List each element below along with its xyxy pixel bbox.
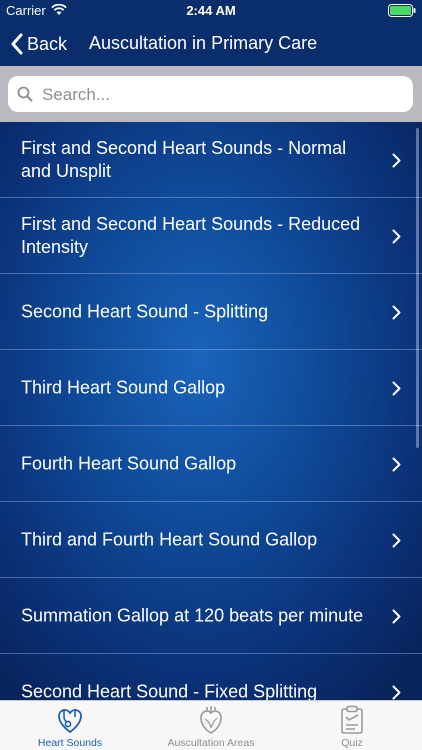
list-item-label: Third Heart Sound Gallop xyxy=(21,377,226,397)
battery-icon xyxy=(388,4,416,17)
app-screen: Carrier 2:44 AM Back Auscultation in Pri… xyxy=(0,0,422,750)
status-time: 2:44 AM xyxy=(186,3,236,18)
navigation-bar: Back Auscultation in Primary Care xyxy=(0,22,422,66)
chevron-right-icon xyxy=(392,305,401,320)
chevron-right-icon xyxy=(392,229,401,244)
tab-label: Quiz xyxy=(341,737,363,749)
list-item[interactable]: Second Heart Sound - Splitting xyxy=(0,274,422,350)
chevron-right-icon xyxy=(392,153,401,168)
back-button[interactable]: Back xyxy=(10,32,67,56)
tab-quiz[interactable]: Quiz xyxy=(282,701,422,750)
list-item-label: Fourth Heart Sound Gallop xyxy=(21,453,237,473)
status-bar: Carrier 2:44 AM xyxy=(0,0,422,22)
tab-label: Heart Sounds xyxy=(37,737,103,749)
list-item-label: Third and Fourth Heart Sound Gallop xyxy=(21,529,318,549)
search-input[interactable] xyxy=(40,79,404,111)
chevron-right-icon xyxy=(392,685,401,700)
heart-sounds-list: First and Second Heart Sounds - Normal a… xyxy=(0,122,422,730)
chevron-right-icon xyxy=(392,381,401,396)
list-item-label: First and Second Heart Sounds - Normal a… xyxy=(21,137,347,181)
search-icon xyxy=(17,86,33,102)
list-item-label: First and Second Heart Sounds - Reduced … xyxy=(21,213,361,257)
tab-heart-sounds[interactable]: Heart Sounds xyxy=(0,701,140,750)
list-item[interactable]: First and Second Heart Sounds - Normal a… xyxy=(0,122,422,198)
anatomical-heart-icon xyxy=(200,706,222,734)
search-field[interactable] xyxy=(8,76,413,112)
list-item[interactable]: Summation Gallop at 120 beats per minute xyxy=(0,578,422,654)
scroll-indicator[interactable] xyxy=(416,128,419,448)
clipboard-icon xyxy=(341,705,363,734)
tab-label: Auscultation Areas xyxy=(167,737,255,749)
chevron-right-icon xyxy=(392,457,401,472)
heart-stethoscope-icon xyxy=(58,709,82,734)
list-item[interactable]: Third Heart Sound Gallop xyxy=(0,350,422,426)
list-item[interactable]: Third and Fourth Heart Sound Gallop xyxy=(0,502,422,578)
list-item-label: Second Heart Sound - Splitting xyxy=(21,301,269,321)
tab-auscultation-areas[interactable]: Auscultation Areas xyxy=(140,701,282,750)
page-title: Auscultation in Primary Care xyxy=(89,33,318,53)
list-item[interactable]: Fourth Heart Sound Gallop xyxy=(0,426,422,502)
chevron-right-icon xyxy=(392,533,401,548)
chevron-left-icon xyxy=(11,33,23,55)
search-bar xyxy=(0,66,422,122)
tab-bar: Heart Sounds Auscultation Areas Quiz xyxy=(0,700,422,750)
list-item-label: Summation Gallop at 120 beats per minute xyxy=(21,605,364,625)
back-label: Back xyxy=(27,33,68,54)
chevron-right-icon xyxy=(392,609,401,624)
list-item[interactable]: First and Second Heart Sounds - Reduced … xyxy=(0,198,422,274)
